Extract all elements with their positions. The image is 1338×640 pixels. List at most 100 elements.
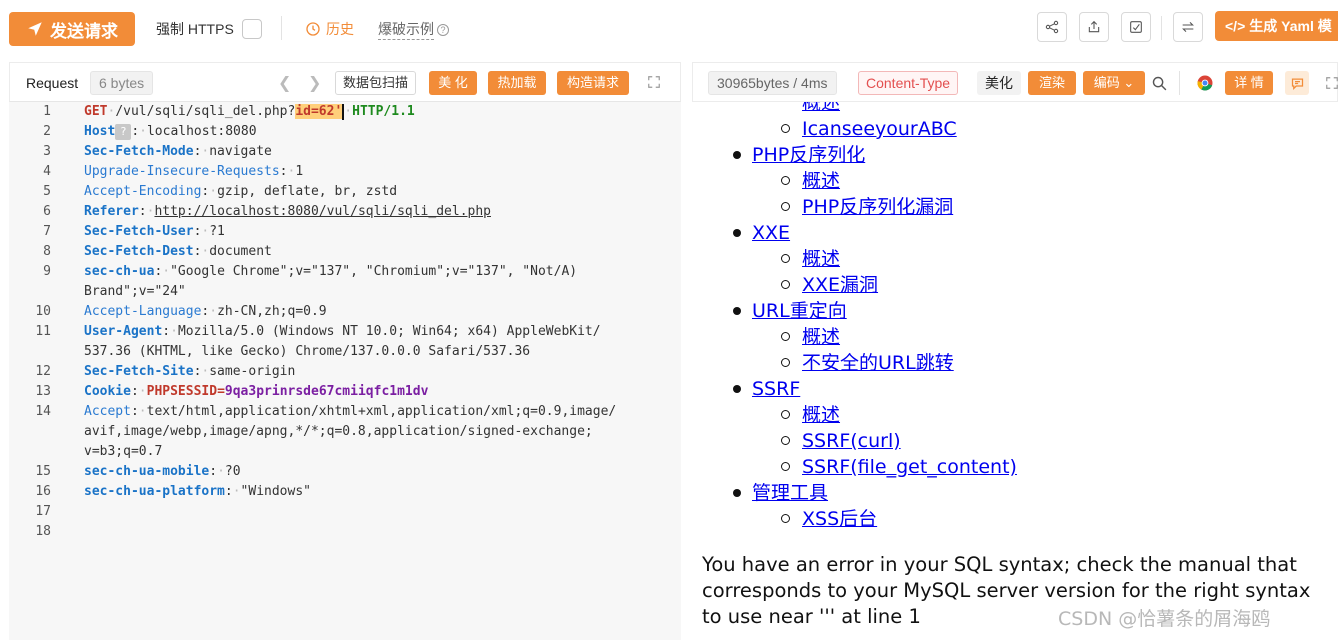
expand-icon[interactable] [1325, 76, 1338, 90]
header-key: Upgrade-Insecure-Requests [84, 164, 280, 179]
list-circle [781, 280, 790, 289]
comment-icon [1291, 78, 1303, 90]
line-number: 8 [43, 244, 51, 259]
generate-yaml-button[interactable]: </> 生成 Yaml 模 [1215, 11, 1338, 41]
request-panel: Request 6 bytes ❮ ❯ 数据包扫描 美 化 热加载 构造请求 1… [9, 62, 681, 640]
render-button[interactable]: 渲染 [1028, 71, 1076, 95]
request-header: Request 6 bytes ❮ ❯ 数据包扫描 美 化 热加载 构造请求 [9, 62, 681, 102]
nav-link[interactable]: SSRF(file_get_content) [802, 454, 1017, 480]
force-https-checkbox[interactable] [241, 19, 262, 39]
header-value: "Google Chrome";v="137", "Chromium";v="1… [170, 264, 578, 279]
generate-yaml-label: 生成 Yaml 模 [1249, 18, 1332, 34]
history-label: 历史 [326, 21, 354, 37]
details-button[interactable]: 详 情 [1225, 71, 1273, 95]
header-key: Sec-Fetch-User [84, 224, 194, 239]
nav-link[interactable]: PHP反序列化 [752, 142, 865, 168]
line-number: 1 [43, 104, 51, 119]
export-button[interactable] [1079, 12, 1109, 42]
comment-button[interactable] [1285, 71, 1309, 95]
list-circle [781, 202, 790, 211]
header-value-wrap: Brand";v="24" [84, 284, 186, 299]
nav-link[interactable]: 概述 [802, 324, 840, 350]
packet-scan-button[interactable]: 数据包扫描 [335, 71, 417, 95]
list-circle [781, 254, 790, 263]
host-help-icon[interactable]: ? [115, 123, 132, 140]
nav-link[interactable]: SSRF(curl) [802, 428, 901, 454]
search-icon[interactable] [1151, 75, 1168, 92]
share-button[interactable] [1037, 12, 1067, 42]
nav-link[interactable]: XXE漏洞 [802, 272, 878, 298]
header-key: Accept [84, 404, 131, 419]
expand-icon[interactable] [647, 75, 661, 89]
header-key: Referer [84, 204, 139, 219]
divider [281, 16, 282, 40]
request-beautify-button[interactable]: 美 化 [429, 71, 477, 95]
response-panel: 30965bytes / 4ms Content-Type 美化 渲染 编码 ⌄… [692, 62, 1338, 640]
query-param: id=62' [295, 104, 343, 119]
nav-link[interactable]: 概述 [802, 246, 840, 272]
prev-arrow-icon[interactable]: ❮ [278, 73, 291, 93]
nav-link[interactable]: URL重定向 [752, 298, 847, 324]
response-header: 30965bytes / 4ms Content-Type 美化 渲染 编码 ⌄… [692, 62, 1338, 102]
nav-link[interactable]: PHP反序列化漏洞 [802, 194, 953, 220]
request-path: /vul/sqli/sqli_del.php? [115, 104, 296, 119]
explode-example-label: 爆破示例 [378, 19, 434, 40]
nav-link[interactable]: XSS后台 [802, 506, 877, 532]
header-key: Sec-Fetch-Dest [84, 244, 194, 259]
build-request-button[interactable]: 构造请求 [557, 71, 629, 95]
edit-button[interactable] [1121, 12, 1151, 42]
line-number: 5 [43, 184, 51, 199]
request-editor[interactable]: 1 GET·/vul/sqli/sqli_del.php?id=62' ·HTTP/… [9, 102, 681, 640]
header-value: navigate [209, 144, 272, 159]
nav-link[interactable]: 不安全的URL跳转 [802, 350, 954, 376]
header-key: Accept-Language [84, 304, 202, 319]
header-key: Host [84, 124, 116, 139]
header-key: User-Agent [84, 324, 163, 339]
nav-link[interactable]: XXE [752, 220, 790, 246]
header-value-wrap: avif,image/webp,image/apng,*/*;q=0.8,app… [84, 424, 593, 439]
list-circle [781, 176, 790, 185]
content-type-tag[interactable]: Content-Type [858, 71, 959, 95]
list-circle [781, 358, 790, 367]
line-number: 7 [43, 224, 51, 239]
line-number: 12 [35, 364, 51, 379]
request-size-badge: 6 bytes [90, 71, 154, 95]
nav-link[interactable]: SSRF [752, 376, 800, 402]
divider [1179, 71, 1180, 95]
nav-link[interactable]: 概述 [802, 402, 840, 428]
swap-button[interactable] [1173, 12, 1203, 42]
header-value: Mozilla/5.0 (Windows NT 10.0; Win64; x64… [177, 324, 601, 339]
encoding-dropdown[interactable]: 编码 ⌄ [1083, 71, 1145, 95]
list-bullet [733, 385, 741, 393]
explode-example-link[interactable]: 爆破示例 ? [378, 19, 449, 40]
force-https-toggle[interactable]: 强制 HTTPS [156, 19, 262, 39]
next-arrow-icon[interactable]: ❯ [308, 73, 321, 93]
list-circle [781, 514, 790, 523]
header-value: http://localhost:8080/vul/sqli/sqli_del.… [154, 204, 491, 219]
hotload-button[interactable]: 热加载 [488, 71, 546, 95]
nav-link[interactable]: IcanseeyourABC [802, 116, 957, 142]
cookie-key: PHPSESSID [146, 384, 218, 399]
line-number: 10 [35, 304, 51, 319]
line-number: 18 [35, 524, 51, 539]
http-method: GET [84, 104, 108, 119]
header-value: same-origin [209, 364, 296, 379]
list-circle [781, 462, 790, 471]
header-value: localhost:8080 [146, 124, 257, 139]
force-https-label: 强制 HTTPS [156, 21, 234, 37]
chrome-icon[interactable] [1196, 74, 1214, 92]
header-key: sec-ch-ua-platform [84, 484, 225, 499]
nav-link[interactable]: 管理工具 [752, 480, 828, 506]
header-value: gzip, deflate, br, zstd [217, 184, 398, 199]
line-number: 2 [43, 124, 51, 139]
code-icon: </> [1225, 18, 1246, 34]
history-button[interactable]: 历史 [305, 19, 354, 39]
header-value: zh-CN,zh;q=0.9 [217, 304, 327, 319]
nav-link[interactable]: 概述 [802, 102, 840, 116]
response-beautify-button[interactable]: 美化 [977, 71, 1021, 95]
header-key: Cookie [84, 384, 131, 399]
send-request-button[interactable]: 发送请求 [9, 12, 135, 46]
nav-link[interactable]: 概述 [802, 168, 840, 194]
list-circle [781, 410, 790, 419]
top-toolbar: 发送请求 强制 HTTPS 历史 爆破示例 ? </> 生成 Yaml 模 [0, 0, 1338, 58]
